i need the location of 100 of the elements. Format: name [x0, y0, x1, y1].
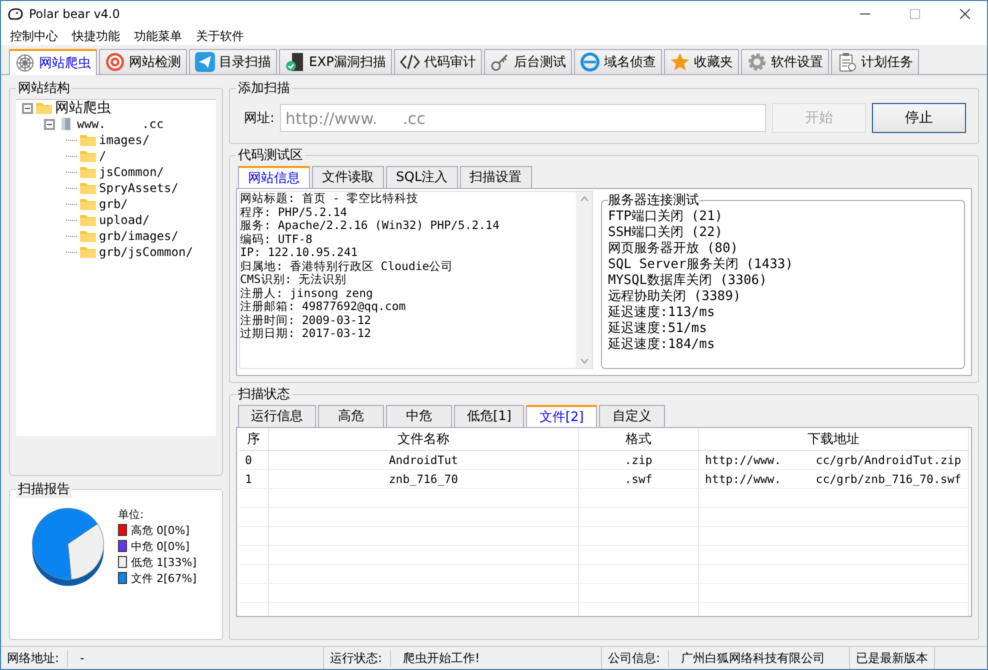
- tab[interactable]: 自定义: [598, 405, 665, 427]
- tree-item[interactable]: grb/: [99, 197, 128, 211]
- tab[interactable]: 文件[2]: [526, 405, 597, 427]
- tree-item[interactable]: 网站爬虫: [55, 99, 111, 117]
- test-result-line: 延迟速度:184/ms: [608, 337, 716, 353]
- folder-icon: [79, 213, 97, 227]
- info-line: 程序: PHP/5.2.14: [240, 206, 348, 219]
- star-icon: [670, 52, 690, 72]
- tree-item[interactable]: /: [99, 149, 106, 163]
- legend-label: 低危 1[33%]: [131, 554, 197, 570]
- tree-item[interactable]: grb/images/: [99, 229, 178, 243]
- menu-item[interactable]: 控制中心: [10, 28, 58, 44]
- table-cell: http://www. cc/grb/AndroidTut.zip: [699, 451, 969, 469]
- table-cell: .zip: [579, 451, 699, 469]
- scroll-down-icon: [580, 358, 588, 364]
- status-label: 运行状态:: [330, 650, 392, 666]
- status-label: 网络地址:: [7, 650, 68, 666]
- legend-label: 中危 0[0%]: [131, 538, 190, 554]
- info-line: 过期日期: 2017-03-12: [240, 327, 372, 340]
- folder-icon: [79, 197, 97, 211]
- menu-item[interactable]: 功能菜单: [134, 28, 182, 44]
- panel-title: 扫描状态: [237, 386, 291, 403]
- tab[interactable]: 低危[1]: [454, 405, 524, 427]
- clipboard-icon: [836, 52, 857, 72]
- column-header[interactable]: 格式: [579, 428, 699, 450]
- tab[interactable]: 网站检测: [99, 49, 187, 74]
- table-cell: AndroidTut: [269, 451, 579, 469]
- test-result-line: 延迟速度:113/ms: [608, 305, 716, 321]
- spider-web-icon: [15, 53, 35, 73]
- stop-button[interactable]: 停止: [872, 103, 966, 133]
- window-title: Polar bear v4.0: [29, 7, 120, 21]
- tab[interactable]: EXP漏洞扫描: [279, 49, 392, 74]
- tab[interactable]: 高危: [318, 405, 384, 427]
- tree-item[interactable]: grb/jsCommon/: [99, 245, 193, 259]
- info-line: 注册邮箱: 49877692@qq.com: [240, 300, 407, 314]
- info-line: IP: 122.10.95.241: [240, 246, 359, 260]
- info-line: 编码: UTF-8: [240, 232, 314, 246]
- info-line: 服务: Apache/2.2.16 (Win32) PHP/5.2.14: [240, 219, 500, 232]
- paper-plane-icon: [195, 52, 215, 72]
- tab[interactable]: 网站爬虫: [9, 49, 97, 75]
- legend-label: 文件 2[67%]: [131, 570, 197, 586]
- info-line: 网站标题: 首页 - 零空比特科技: [240, 192, 420, 206]
- panel-title: 网站结构: [17, 80, 71, 97]
- table-cell: znb_716_70: [269, 470, 579, 488]
- tab[interactable]: 文件读取: [312, 166, 384, 188]
- table-cell: 1: [239, 470, 269, 488]
- test-result-line: MYSQL数据库关闭 (3306): [608, 273, 768, 289]
- tree-item[interactable]: upload/: [99, 213, 150, 227]
- info-line: 归属地: 香港特别行政区 Cloudie公司: [240, 260, 454, 273]
- column-header[interactable]: 序: [239, 428, 269, 450]
- legend-label: 高危 0[0%]: [131, 522, 190, 538]
- gear-icon: [746, 52, 767, 72]
- info-line: CMS识别: 无法识别: [240, 273, 348, 286]
- collapse-toggle-icon[interactable]: [22, 102, 33, 114]
- tab[interactable]: 扫描设置: [460, 166, 532, 188]
- tab[interactable]: 软件设置: [740, 49, 829, 74]
- tab[interactable]: SQL注入: [386, 166, 458, 188]
- status-value: 已是最新版本: [856, 650, 928, 666]
- folder-icon: [35, 101, 53, 115]
- target-icon: [105, 52, 125, 72]
- tab[interactable]: 收藏夹: [664, 49, 739, 74]
- tab[interactable]: 域名侦查: [574, 49, 662, 74]
- table-cell: http://www. cc/grb/znb_716_70.swf: [699, 470, 969, 488]
- collapse-toggle-icon[interactable]: [44, 118, 55, 130]
- site-info-textbox[interactable]: [239, 191, 593, 369]
- tab[interactable]: 目录扫描: [189, 49, 277, 74]
- info-line: 注册人: jinsong zeng: [240, 286, 374, 300]
- code-brackets-icon: [400, 52, 420, 72]
- server-icon: [285, 52, 305, 72]
- folder-icon: [79, 149, 97, 163]
- tree-item[interactable]: SpryAssets/: [99, 181, 178, 195]
- column-header[interactable]: 文件名称: [269, 428, 579, 450]
- tree-item[interactable]: images/: [99, 133, 150, 147]
- test-result-line: SQL Server服务关闭 (1433): [608, 257, 794, 273]
- panel-title: 扫描报告: [16, 480, 72, 498]
- info-line: 注册时间: 2009-03-12: [240, 314, 372, 327]
- tab[interactable]: 运行信息: [238, 405, 316, 427]
- tab[interactable]: 代码审计: [394, 49, 482, 74]
- legend-title: 单位:: [118, 506, 145, 522]
- folder-icon: [79, 181, 97, 195]
- tab[interactable]: 网站信息: [238, 166, 310, 188]
- table-cell: .swf: [579, 470, 699, 488]
- tab[interactable]: 后台测试: [484, 49, 572, 74]
- vertical-scrollbar[interactable]: [576, 192, 592, 368]
- menu-item[interactable]: 快捷功能: [72, 28, 120, 44]
- tree-item[interactable]: www. .cc: [77, 117, 164, 131]
- tree-item[interactable]: jsCommon/: [99, 165, 164, 179]
- tab[interactable]: 中危: [386, 405, 452, 427]
- tab[interactable]: 计划任务: [830, 49, 919, 74]
- url-field[interactable]: http://www. .cc: [280, 104, 766, 132]
- folder-icon: [79, 245, 97, 259]
- test-result-line: SSH端口关闭 (22): [608, 225, 724, 241]
- test-result-line: 网页服务器开放 (80): [608, 241, 740, 257]
- panel-title: 服务器连接测试: [608, 192, 699, 209]
- column-header[interactable]: 下载地址: [699, 428, 969, 450]
- bear-head-icon: [7, 6, 23, 22]
- status-label: 公司信息:: [608, 650, 670, 666]
- menu-item[interactable]: 关于软件: [196, 28, 244, 44]
- scroll-up-icon: [580, 196, 588, 202]
- folder-icon: [79, 229, 97, 243]
